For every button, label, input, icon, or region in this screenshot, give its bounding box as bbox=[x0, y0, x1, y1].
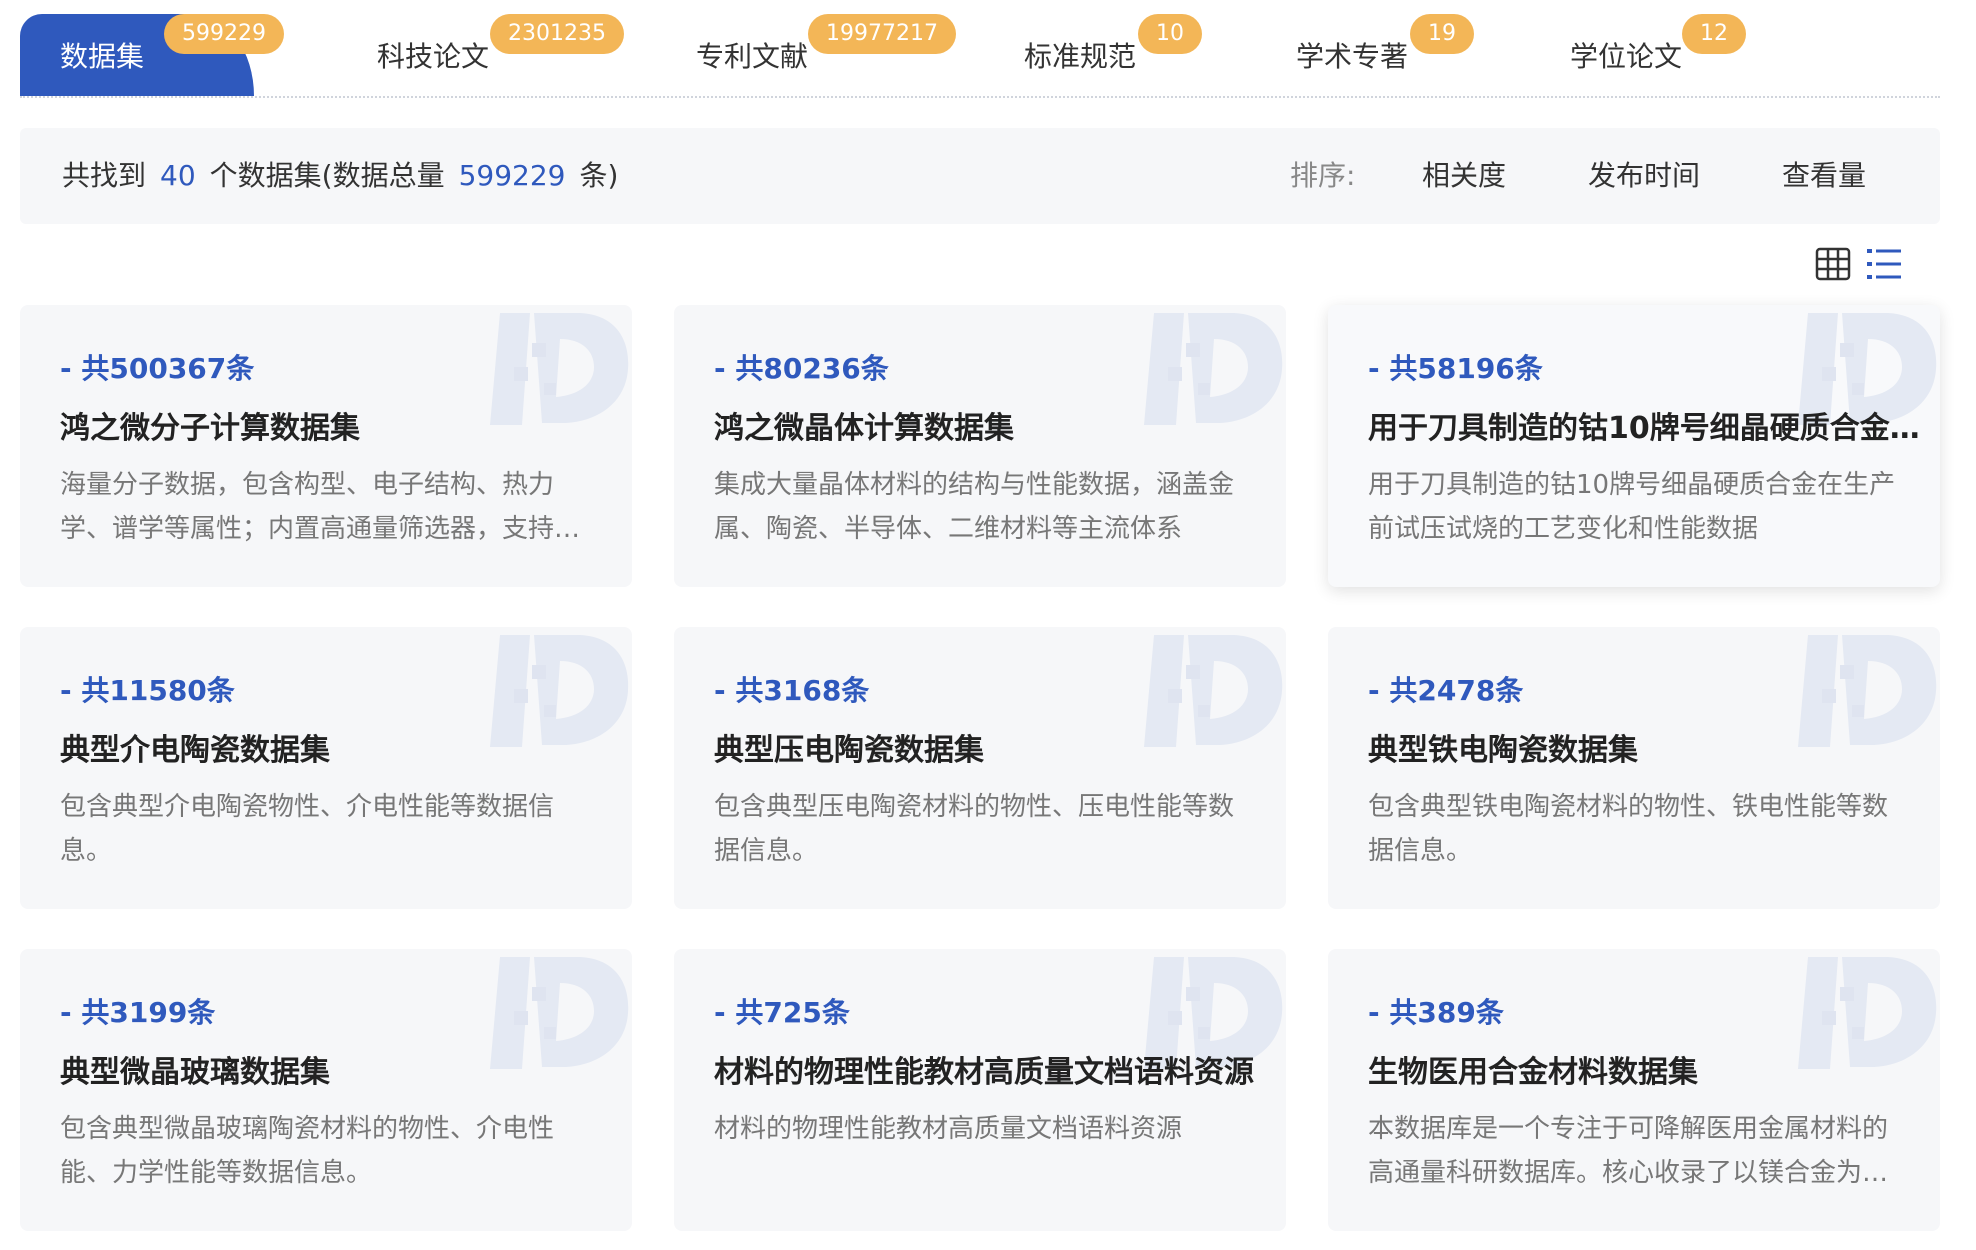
tab-count-badge: 2301235 bbox=[490, 14, 624, 54]
record-count: - 共3199条 bbox=[60, 996, 216, 1029]
record-count: - 共58196条 bbox=[1368, 352, 1543, 385]
dataset-card[interactable]: - 共500367条 鸿之微分子计算数据集 海量分子数据，包含构型、电子结构、热… bbox=[20, 305, 632, 587]
sort-views[interactable]: 查看量 bbox=[1782, 128, 1866, 224]
record-count: - 共2478条 bbox=[1368, 674, 1524, 707]
card-description: 集成大量晶体材料的结构与性能数据，涵盖金属、陶瓷、半导体、二维材料等主流体系 bbox=[714, 470, 1235, 544]
card-title[interactable]: 典型铁电陶瓷数据集 bbox=[1368, 725, 1928, 769]
dataset-card[interactable]: - 共3168条 典型压电陶瓷数据集 包含典型压电陶瓷材料的物性、压电性能等数据… bbox=[674, 627, 1286, 909]
record-count: - 共389条 bbox=[1368, 996, 1504, 1029]
dataset-card[interactable]: - 共11580条 典型介电陶瓷数据集 包含典型介电陶瓷物性、介电性能等数据信息… bbox=[20, 627, 632, 909]
card-title[interactable]: 鸿之微晶体计算数据集 bbox=[714, 403, 1274, 447]
tab-label: 科技论文 bbox=[377, 40, 490, 73]
summary-middle: 个数据集(数据总量 bbox=[209, 159, 445, 192]
tab-label: 学术专著 bbox=[1296, 40, 1409, 73]
tab-count-badge: 12 bbox=[1682, 14, 1746, 54]
result-count: 40 bbox=[160, 159, 196, 192]
card-title[interactable]: 材料的物理性能教材高质量文档语料资源 bbox=[714, 1047, 1274, 1091]
tab-count-badge: 19 bbox=[1410, 14, 1474, 54]
card-description: 海量分子数据，包含构型、电子结构、热力学、谱学等属性；内置高通量筛选器，支持快速… bbox=[60, 470, 581, 544]
summary-suffix: 条) bbox=[579, 159, 619, 192]
tab-papers[interactable]: 科技论文 bbox=[377, 14, 489, 96]
card-title[interactable]: 鸿之微分子计算数据集 bbox=[60, 403, 620, 447]
card-description: 材料的物理性能教材高质量文档语料资源 bbox=[714, 1114, 1183, 1144]
tab-label: 专利文献 bbox=[696, 40, 809, 73]
summary-prefix: 共找到 bbox=[62, 159, 147, 192]
card-description: 包含典型介电陶瓷物性、介电性能等数据信息。 bbox=[60, 792, 555, 866]
sort-relevance[interactable]: 相关度 bbox=[1422, 128, 1506, 224]
tab-count-badge: 10 bbox=[1138, 14, 1202, 54]
dataset-card[interactable]: - 共80236条 鸿之微晶体计算数据集 集成大量晶体材料的结构与性能数据，涵盖… bbox=[674, 305, 1286, 587]
card-description: 用于刀具制造的钴10牌号细晶硬质合金在生产前试压试烧的工艺变化和性能数据 bbox=[1368, 470, 1896, 544]
record-count: - 共3168条 bbox=[714, 674, 870, 707]
sort-publish-time[interactable]: 发布时间 bbox=[1588, 128, 1700, 224]
tab-theses[interactable]: 学位论文 bbox=[1570, 14, 1682, 96]
card-description: 包含典型压电陶瓷材料的物性、压电性能等数据信息。 bbox=[714, 792, 1235, 866]
grid-view-icon[interactable] bbox=[1815, 246, 1851, 282]
results-summary-bar: 共找到 40 个数据集(数据总量 599229 条) 排序: 相关度 发布时间 查看量 bbox=[20, 128, 1940, 224]
card-title[interactable]: 典型介电陶瓷数据集 bbox=[60, 725, 620, 769]
tab-label: 标准规范 bbox=[1024, 40, 1137, 73]
total-records: 599229 bbox=[458, 159, 566, 192]
tab-monographs[interactable]: 学术专著 bbox=[1296, 14, 1408, 96]
record-count: - 共11580条 bbox=[60, 674, 235, 707]
tab-count-badge: 19977217 bbox=[808, 14, 956, 54]
card-title[interactable]: 典型压电陶瓷数据集 bbox=[714, 725, 1274, 769]
record-count: - 共500367条 bbox=[60, 352, 255, 385]
record-count: - 共80236条 bbox=[714, 352, 889, 385]
sort-label: 排序: bbox=[1290, 159, 1356, 192]
tab-standards[interactable]: 标准规范 bbox=[1024, 14, 1136, 96]
tab-label: 学位论文 bbox=[1570, 40, 1683, 73]
dataset-card[interactable]: - 共725条 材料的物理性能教材高质量文档语料资源 材料的物理性能教材高质量文… bbox=[674, 949, 1286, 1231]
dataset-card[interactable]: - 共3199条 典型微晶玻璃数据集 包含典型微晶玻璃陶瓷材料的物性、介电性能、… bbox=[20, 949, 632, 1231]
card-title[interactable]: 典型微晶玻璃数据集 bbox=[60, 1047, 620, 1091]
tab-label: 数据集 bbox=[60, 40, 145, 73]
dataset-card[interactable]: - 共389条 生物医用合金材料数据集 本数据库是一个专注于可降解医用金属材料的… bbox=[1328, 949, 1940, 1231]
tab-patents[interactable]: 专利文献 bbox=[696, 14, 808, 96]
record-count: - 共725条 bbox=[714, 996, 850, 1029]
card-description: 包含典型微晶玻璃陶瓷材料的物性、介电性能、力学性能等数据信息。 bbox=[60, 1114, 555, 1188]
card-description: 本数据库是一个专注于可降解医用金属材料的高通量科研数据库。核心收录了以镁合金为主… bbox=[1368, 1114, 1889, 1188]
dataset-card[interactable]: - 共2478条 典型铁电陶瓷数据集 包含典型铁电陶瓷材料的物性、铁电性能等数据… bbox=[1328, 627, 1940, 909]
category-tabs: 数据集 599229 科技论文 2301235 专利文献 19977217 标准… bbox=[20, 0, 1940, 98]
tab-count-badge: 599229 bbox=[164, 14, 284, 54]
results-summary: 共找到 40 个数据集(数据总量 599229 条) bbox=[62, 128, 618, 224]
card-description: 包含典型铁电陶瓷材料的物性、铁电性能等数据信息。 bbox=[1368, 792, 1889, 866]
card-title[interactable]: 生物医用合金材料数据集 bbox=[1368, 1047, 1928, 1091]
dataset-card[interactable]: - 共58196条 用于刀具制造的钴10牌号细晶硬质合金在生产前试压试烧的工艺变… bbox=[1328, 305, 1940, 587]
card-title[interactable]: 用于刀具制造的钴10牌号细晶硬质合金在生产前试压试烧的工艺变化和性能数据 bbox=[1368, 403, 1928, 447]
list-view-icon[interactable] bbox=[1866, 246, 1902, 282]
